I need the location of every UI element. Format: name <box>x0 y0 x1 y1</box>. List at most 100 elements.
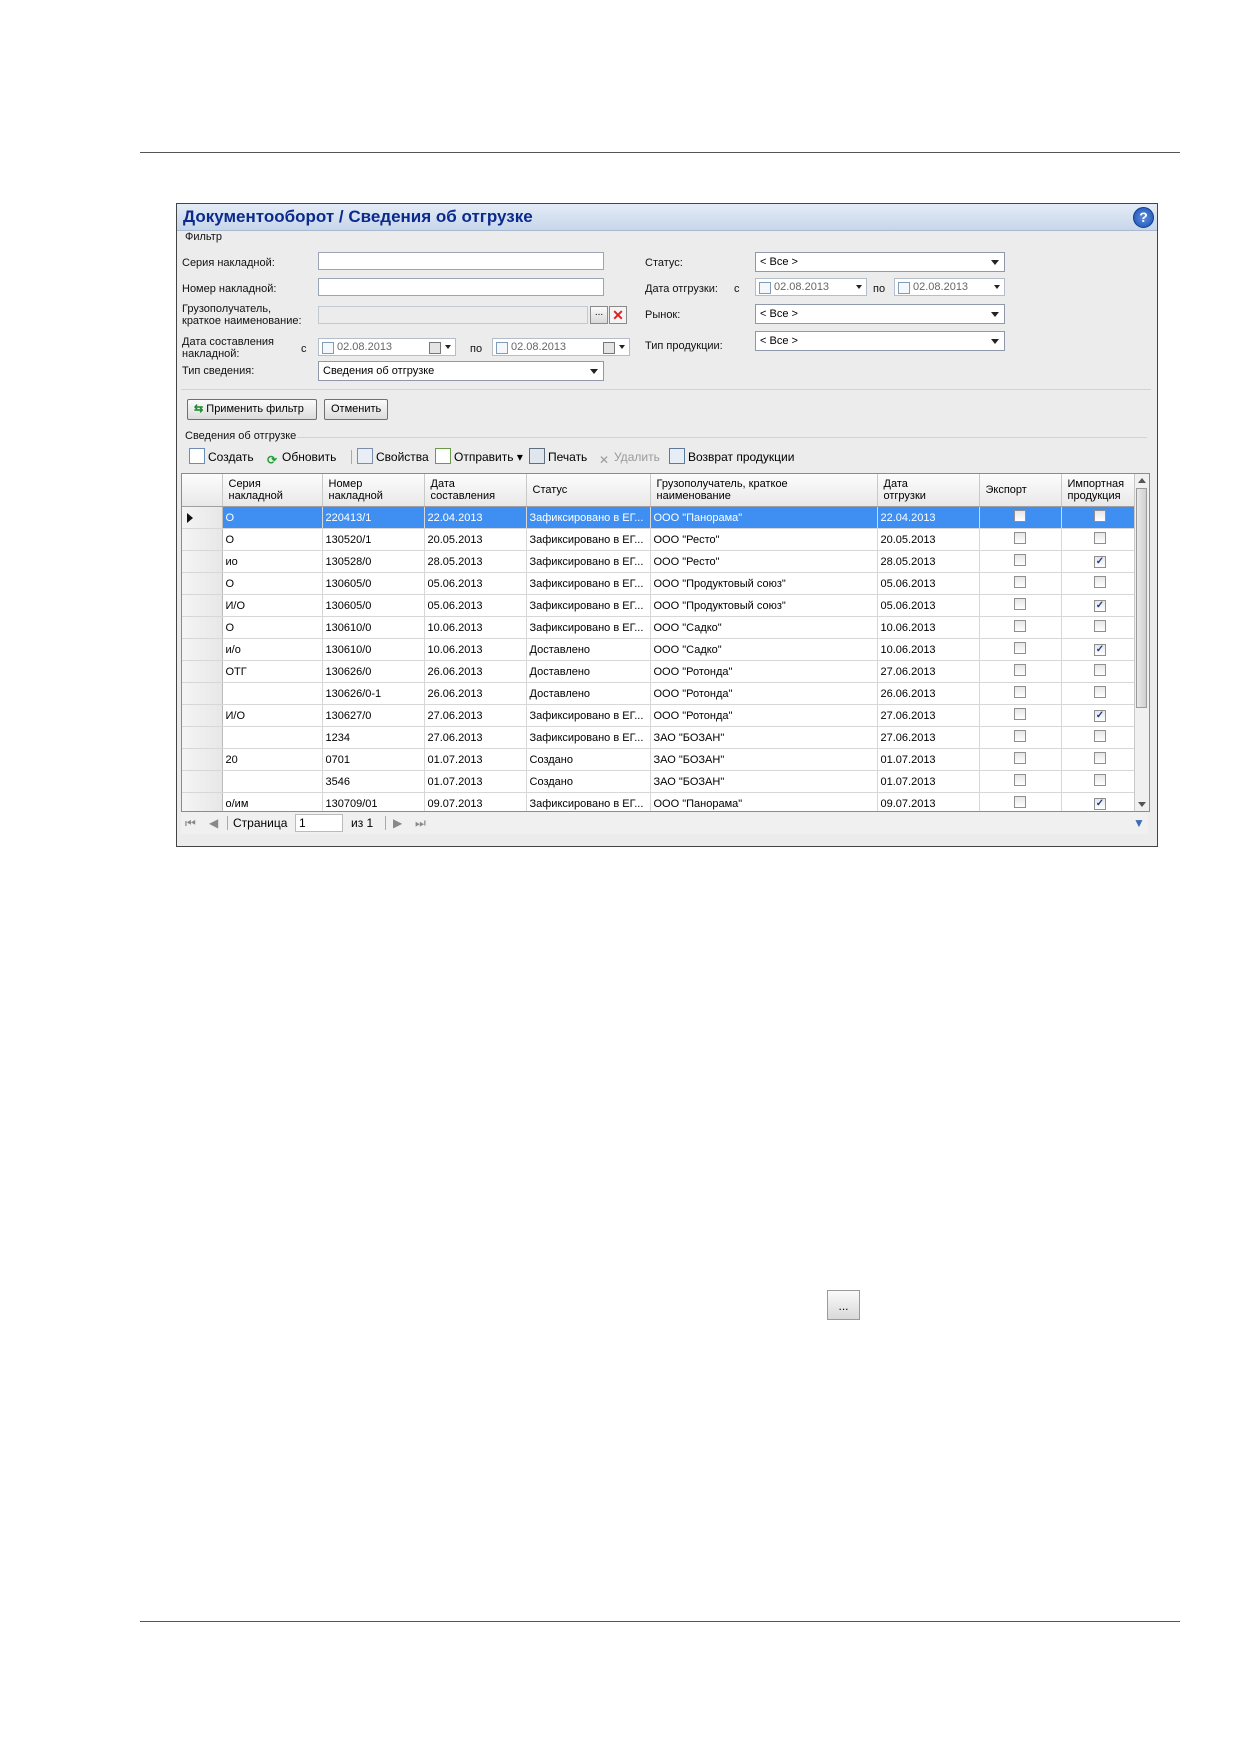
col-ship-date-cell[interactable]: 27.06.2013 <box>877 660 980 683</box>
col-consignee-cell[interactable]: ЗАО "БОЗАН" <box>650 770 878 793</box>
col-ship-date-cell[interactable]: 27.06.2013 <box>877 704 980 727</box>
table-row[interactable]: О 130605/0 05.06.2013 Зафиксировано в ЕГ...… <box>182 572 1140 595</box>
export-checkbox[interactable] <box>1014 708 1026 720</box>
col-consignee-cell[interactable]: ООО "Ресто" <box>650 528 878 551</box>
row-indicator[interactable] <box>182 748 223 771</box>
import-checkbox[interactable] <box>1094 576 1106 588</box>
col-import-header[interactable]: Импортная продукция <box>1061 474 1140 507</box>
info-type-select[interactable]: Сведения об отгрузке <box>318 361 604 381</box>
chevron-down-icon[interactable]: ▾ <box>517 450 523 464</box>
row-indicator[interactable] <box>182 792 223 811</box>
export-checkbox[interactable] <box>1014 774 1026 786</box>
col-consignee-cell[interactable]: ООО "Панорама" <box>650 792 878 811</box>
table-row[interactable]: О 130520/1 20.05.2013 Зафиксировано в ЕГ...… <box>182 528 1140 551</box>
import-checkbox[interactable] <box>1094 532 1106 544</box>
print-button[interactable]: Печать <box>529 448 587 466</box>
col-doc-date-cell[interactable]: 05.06.2013 <box>424 594 527 617</box>
col-ship-date-cell[interactable]: 01.07.2013 <box>877 748 980 771</box>
clear-icon[interactable]: ✕ <box>609 306 627 324</box>
col-ship-date-cell[interactable]: 22.04.2013 <box>877 506 980 529</box>
filter-funnel-icon[interactable]: ▼ <box>1133 816 1145 830</box>
col-doc-date-cell[interactable]: 05.06.2013 <box>424 572 527 595</box>
col-status-cell[interactable]: Зафиксировано в ЕГ... <box>526 550 651 573</box>
row-indicator[interactable] <box>182 704 223 727</box>
col-doc-date-cell[interactable]: 01.07.2013 <box>424 770 527 793</box>
row-indicator[interactable] <box>182 572 223 595</box>
export-checkbox[interactable] <box>1014 796 1026 808</box>
col-number-cell[interactable]: 130605/0 <box>322 594 425 617</box>
last-page-icon[interactable]: ⏭ <box>415 816 426 831</box>
chevron-down-icon[interactable] <box>991 260 999 265</box>
col-number-cell[interactable]: 130627/0 <box>322 704 425 727</box>
col-doc-date-cell[interactable]: 28.05.2013 <box>424 550 527 573</box>
export-checkbox[interactable] <box>1014 510 1026 522</box>
col-ship-date-cell[interactable]: 28.05.2013 <box>877 550 980 573</box>
row-indicator[interactable] <box>182 682 223 705</box>
import-checkbox[interactable]: ✓ <box>1094 644 1106 656</box>
col-status-cell[interactable]: Зафиксировано в ЕГ... <box>526 506 651 529</box>
doc-date-to-checkbox[interactable] <box>496 342 508 354</box>
number-input[interactable] <box>318 278 604 296</box>
table-row[interactable]: о/им 130709/01 09.07.2013 Зафиксировано в Е… <box>182 792 1140 811</box>
export-checkbox[interactable] <box>1014 752 1026 764</box>
col-number-cell[interactable]: 1234 <box>322 726 425 749</box>
export-checkbox[interactable] <box>1014 576 1026 588</box>
col-status-cell[interactable]: Зафиксировано в ЕГ... <box>526 726 651 749</box>
consignee-input[interactable] <box>318 306 588 324</box>
table-row[interactable]: И/О 130605/0 05.06.2013 Зафиксировано в ЕГ.… <box>182 594 1140 617</box>
ship-date-from-picker[interactable]: 02.08.2013 <box>755 278 867 296</box>
market-select[interactable]: < Все > <box>755 304 1005 324</box>
col-doc-date-cell[interactable]: 01.07.2013 <box>424 748 527 771</box>
properties-button[interactable]: Свойства <box>357 448 429 466</box>
row-indicator[interactable] <box>182 726 223 749</box>
consignee-browse-button[interactable]: ... <box>590 306 608 324</box>
doc-date-from-picker[interactable]: 02.08.2013 <box>318 338 456 356</box>
col-series-header[interactable]: Серия накладной <box>222 474 323 507</box>
col-doc-date-cell[interactable]: 10.06.2013 <box>424 638 527 661</box>
col-consignee-cell[interactable]: ЗАО "БОЗАН" <box>650 726 878 749</box>
col-status-cell[interactable]: Зафиксировано в ЕГ... <box>526 594 651 617</box>
ship-date-to-picker[interactable]: 02.08.2013 <box>894 278 1005 296</box>
chevron-down-icon[interactable] <box>590 369 598 374</box>
export-checkbox[interactable] <box>1014 664 1026 676</box>
col-doc-date-cell[interactable]: 20.05.2013 <box>424 528 527 551</box>
col-series-cell[interactable] <box>222 770 323 793</box>
chevron-down-icon[interactable] <box>619 345 625 349</box>
col-ship-date-cell[interactable]: 26.06.2013 <box>877 682 980 705</box>
series-input[interactable] <box>318 252 604 270</box>
col-status-cell[interactable]: Зафиксировано в ЕГ... <box>526 528 651 551</box>
export-checkbox[interactable] <box>1014 686 1026 698</box>
status-select[interactable]: < Все > <box>755 252 1005 272</box>
col-ship-date-cell[interactable]: 20.05.2013 <box>877 528 980 551</box>
help-icon[interactable]: ? <box>1133 207 1154 228</box>
col-status-cell[interactable]: Доставлено <box>526 660 651 683</box>
table-row[interactable]: 1234 27.06.2013 Зафиксировано в ЕГ... ЗАО "… <box>182 726 1140 749</box>
table-row[interactable]: 3546 01.07.2013 Создано ЗАО "БОЗАН" 01.07.20… <box>182 770 1140 793</box>
chevron-down-icon[interactable] <box>991 339 999 344</box>
refresh-button[interactable]: ⟳ Обновить <box>265 448 336 467</box>
export-checkbox[interactable] <box>1014 620 1026 632</box>
import-checkbox[interactable] <box>1094 664 1106 676</box>
row-indicator[interactable] <box>182 528 223 551</box>
prev-page-icon[interactable]: ◀ <box>209 816 218 830</box>
doc-date-to-picker[interactable]: 02.08.2013 <box>492 338 630 356</box>
col-consignee-cell[interactable]: ООО "Садко" <box>650 638 878 661</box>
export-checkbox[interactable] <box>1014 532 1026 544</box>
row-indicator[interactable] <box>182 616 223 639</box>
import-checkbox[interactable] <box>1094 730 1106 742</box>
col-doc-date-header[interactable]: Дата составления <box>424 474 527 507</box>
import-checkbox[interactable] <box>1094 752 1106 764</box>
row-indicator[interactable] <box>182 594 223 617</box>
col-series-cell[interactable] <box>222 726 323 749</box>
import-checkbox[interactable] <box>1094 774 1106 786</box>
col-series-cell[interactable]: о/им <box>222 792 323 811</box>
product-type-select[interactable]: < Все > <box>755 331 1005 351</box>
table-row[interactable]: и/о 130610/0 10.06.2013 Доставлено ООО "Садк… <box>182 638 1140 661</box>
col-consignee-cell[interactable]: ООО "Ротонда" <box>650 682 878 705</box>
return-products-button[interactable]: Возврат продукции <box>669 448 794 466</box>
col-series-cell[interactable]: О <box>222 616 323 639</box>
chevron-down-icon[interactable] <box>445 345 451 349</box>
import-checkbox[interactable] <box>1094 620 1106 632</box>
col-series-cell[interactable] <box>222 682 323 705</box>
col-export-header[interactable]: Экспорт <box>979 474 1062 507</box>
